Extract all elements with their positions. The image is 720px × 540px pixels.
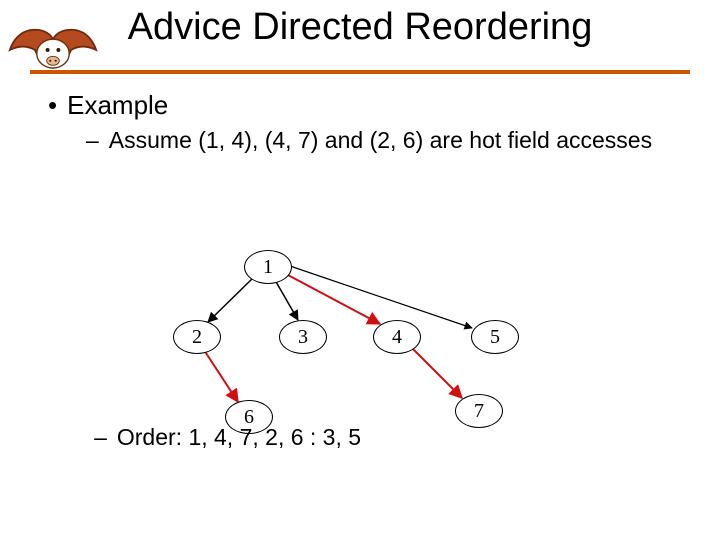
node-label: 3 — [298, 326, 308, 349]
node-5: 5 — [471, 320, 519, 354]
node-label: 2 — [192, 326, 202, 349]
node-2: 2 — [173, 320, 221, 354]
bullet-level1: • Example — [48, 90, 688, 121]
slide: Advice Directed Reordering • Example – A… — [0, 0, 720, 540]
bullet-dot-icon: • — [48, 90, 57, 121]
slide-title: Advice Directed Reordering — [0, 6, 720, 49]
dash-icon: – — [94, 424, 107, 451]
bullet-level2-order: • – Order: 1, 4, 7, 2, 6 : 3, 5 — [48, 424, 688, 451]
order-sequence: 1, 4, 7, 2, 6 : 3, 5 — [188, 424, 361, 450]
node-label: 7 — [474, 400, 484, 423]
bullet-text: Example — [67, 90, 168, 121]
title-underline — [30, 70, 690, 74]
node-4: 4 — [373, 320, 421, 354]
node-label: 1 — [263, 256, 273, 279]
order-prefix: Order: — [117, 424, 189, 450]
tree-edges — [80, 220, 640, 440]
bullet-level2-assume: – Assume (1, 4), (4, 7) and (2, 6) are h… — [86, 127, 688, 154]
node-3: 3 — [279, 320, 327, 354]
bullet-text: Assume (1, 4), (4, 7) and (2, 6) are hot… — [109, 127, 652, 154]
body-text: • Example – Assume (1, 4), (4, 7) and (2… — [48, 90, 688, 160]
node-1: 1 — [244, 250, 292, 284]
tree-diagram: 1 2 3 4 5 6 7 — [80, 220, 640, 440]
dash-icon: – — [86, 127, 99, 154]
order-text: Order: 1, 4, 7, 2, 6 : 3, 5 — [117, 424, 361, 451]
node-7: 7 — [455, 394, 503, 428]
node-label: 5 — [490, 326, 500, 349]
node-label: 4 — [392, 326, 402, 349]
